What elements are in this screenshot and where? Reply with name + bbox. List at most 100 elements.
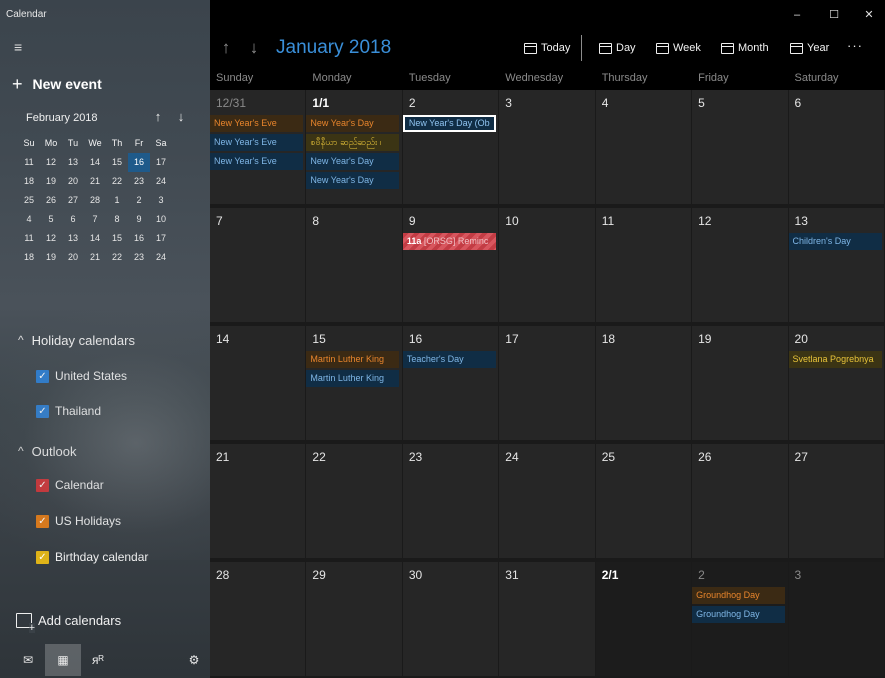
day-cell[interactable]: 21 [210, 444, 307, 560]
day-cell[interactable]: 23 [402, 444, 500, 560]
event-item[interactable]: Groundhog Day [692, 587, 786, 604]
day-cell[interactable]: 14 [210, 326, 307, 442]
day-cell[interactable]: 5 [692, 90, 789, 206]
checkbox-checked-icon[interactable]: ✓ [36, 550, 49, 564]
day-view-button[interactable]: Day [599, 39, 636, 57]
new-event-button[interactable]: + New event [12, 73, 102, 95]
people-icon[interactable]: ᴙᴿ [80, 644, 116, 676]
day-cell[interactable]: 31 [499, 562, 596, 678]
outlook-header[interactable]: ^ Outlook [18, 441, 76, 461]
mini-calendar-day[interactable]: 15 [106, 229, 128, 248]
day-cell[interactable]: 29 [306, 562, 403, 678]
day-cell[interactable]: 2/1 [595, 562, 693, 678]
mini-calendar-day[interactable]: 12 [40, 153, 62, 172]
mini-calendar-day[interactable]: 28 [84, 191, 106, 210]
close-icon[interactable]: ✕ [857, 4, 881, 26]
day-cell[interactable]: 7 [210, 208, 307, 324]
event-item[interactable]: New Year's Day [306, 172, 400, 189]
calendar-toggle-us-holidays[interactable]: ✓ US Holidays [36, 512, 121, 530]
day-cell[interactable]: 6 [788, 90, 885, 206]
hamburger-menu-icon[interactable]: ≡ [14, 40, 32, 54]
mini-calendar-day[interactable]: 22 [106, 248, 128, 267]
mini-calendar-day[interactable]: 11 [18, 153, 40, 172]
day-cell[interactable]: 25 [595, 444, 693, 560]
day-cell[interactable]: 3 [788, 562, 885, 678]
calendar-toggle-united-states[interactable]: ✓ United States [36, 367, 127, 385]
day-cell[interactable]: 12 [692, 208, 789, 324]
day-cell[interactable]: 22 [306, 444, 403, 560]
day-cell[interactable]: 15 Martin Luther King Martin Luther King [306, 326, 403, 442]
mini-calendar-day[interactable]: 7 [84, 210, 106, 229]
today-button[interactable]: Today [524, 39, 570, 57]
mail-icon[interactable]: ✉ [10, 644, 46, 676]
settings-icon[interactable]: ⚙ [176, 644, 210, 676]
week-view-button[interactable]: Week [656, 39, 701, 57]
day-cell[interactable]: 2 Groundhog Day Groundhog Day [692, 562, 789, 678]
day-cell[interactable]: 27 [788, 444, 885, 560]
mini-calendar-day[interactable]: 1 [106, 191, 128, 210]
mini-calendar-next-icon[interactable]: ↓ [173, 109, 189, 125]
event-item[interactable]: စဗီနီယာ ဆည်ဆည်း ၊ [306, 134, 400, 151]
mini-calendar-day[interactable]: 13 [62, 229, 84, 248]
event-item[interactable]: Svetlana Pogrebnya [788, 351, 882, 368]
mini-calendar-day[interactable]: 10 [150, 210, 172, 229]
day-cell[interactable]: 4 [595, 90, 693, 206]
maximize-icon[interactable]: ☐ [822, 4, 846, 26]
mini-calendar-day[interactable]: 24 [150, 172, 172, 191]
day-cell[interactable]: 3 [499, 90, 596, 206]
event-item[interactable]: Martin Luther King [306, 370, 400, 387]
mini-calendar-day[interactable]: 26 [40, 191, 62, 210]
event-item[interactable]: Teacher's Day [402, 351, 496, 368]
add-calendars-button[interactable]: Add calendars [16, 613, 121, 633]
event-item[interactable]: Martin Luther King [306, 351, 400, 368]
event-item[interactable]: Groundhog Day [692, 606, 786, 623]
day-cell[interactable]: 11 [595, 208, 693, 324]
day-cell[interactable]: 17 [499, 326, 596, 442]
day-cell[interactable]: 8 [306, 208, 403, 324]
calendar-toggle-thailand[interactable]: ✓ Thailand [36, 402, 101, 420]
day-cell[interactable]: 30 [402, 562, 500, 678]
event-item[interactable]: New Year's Eve [210, 115, 303, 132]
day-cell[interactable]: 28 [210, 562, 307, 678]
day-cell[interactable]: 10 [499, 208, 596, 324]
mini-calendar-day[interactable]: 19 [40, 248, 62, 267]
mini-calendar-day[interactable]: 3 [150, 191, 172, 210]
mini-calendar-day[interactable]: 20 [62, 248, 84, 267]
day-cell[interactable]: 13 Children's Day [788, 208, 885, 324]
day-cell[interactable]: 18 [595, 326, 693, 442]
event-item[interactable]: Children's Day [788, 233, 882, 250]
mini-calendar-day[interactable]: 23 [128, 172, 150, 191]
day-cell[interactable]: 16 Teacher's Day [402, 326, 500, 442]
mini-calendar-day[interactable]: 18 [18, 248, 40, 267]
mini-calendar-day[interactable]: 21 [84, 172, 106, 191]
mini-calendar-day[interactable]: 25 [18, 191, 40, 210]
mini-calendar-day[interactable]: 18 [18, 172, 40, 191]
mini-calendar-day[interactable]: 2 [128, 191, 150, 210]
month-title[interactable]: January 2018 [276, 37, 391, 59]
day-cell[interactable]: 26 [692, 444, 789, 560]
mini-calendar-day[interactable]: 15 [106, 153, 128, 172]
day-cell[interactable]: 20 Svetlana Pogrebnya [788, 326, 885, 442]
mini-calendar-day[interactable]: 11 [18, 229, 40, 248]
mini-calendar-day[interactable]: 24 [150, 248, 172, 267]
day-cell[interactable]: 1/1 New Year's Day စဗီနီယာ ဆည်ဆည်း ၊ New Ye… [306, 90, 403, 206]
previous-month-icon[interactable]: ↑ [216, 36, 236, 60]
mini-calendar-day[interactable]: 9 [128, 210, 150, 229]
mini-calendar-day[interactable]: 6 [62, 210, 84, 229]
mini-calendar-day[interactable]: 17 [150, 153, 172, 172]
mini-calendar-day[interactable]: 5 [40, 210, 62, 229]
mini-calendar-day[interactable]: 23 [128, 248, 150, 267]
holiday-calendars-header[interactable]: ^ Holiday calendars [18, 330, 135, 350]
mini-calendar-day[interactable]: 20 [62, 172, 84, 191]
event-item[interactable]: New Year's Day (Ob [402, 115, 496, 132]
month-view-button[interactable]: Month [721, 39, 769, 57]
calendar-icon[interactable]: ▦ [45, 644, 81, 676]
mini-calendar-day[interactable]: 14 [84, 229, 106, 248]
checkbox-checked-icon[interactable]: ✓ [36, 478, 49, 492]
event-item[interactable]: New Year's Day [306, 115, 400, 132]
event-item[interactable]: New Year's Eve [210, 134, 303, 151]
next-month-icon[interactable]: ↓ [244, 36, 264, 60]
checkbox-checked-icon[interactable]: ✓ [36, 369, 49, 383]
day-cell[interactable]: 12/31 New Year's Eve New Year's Eve New Yea… [210, 90, 307, 206]
mini-calendar-day[interactable]: 21 [84, 248, 106, 267]
